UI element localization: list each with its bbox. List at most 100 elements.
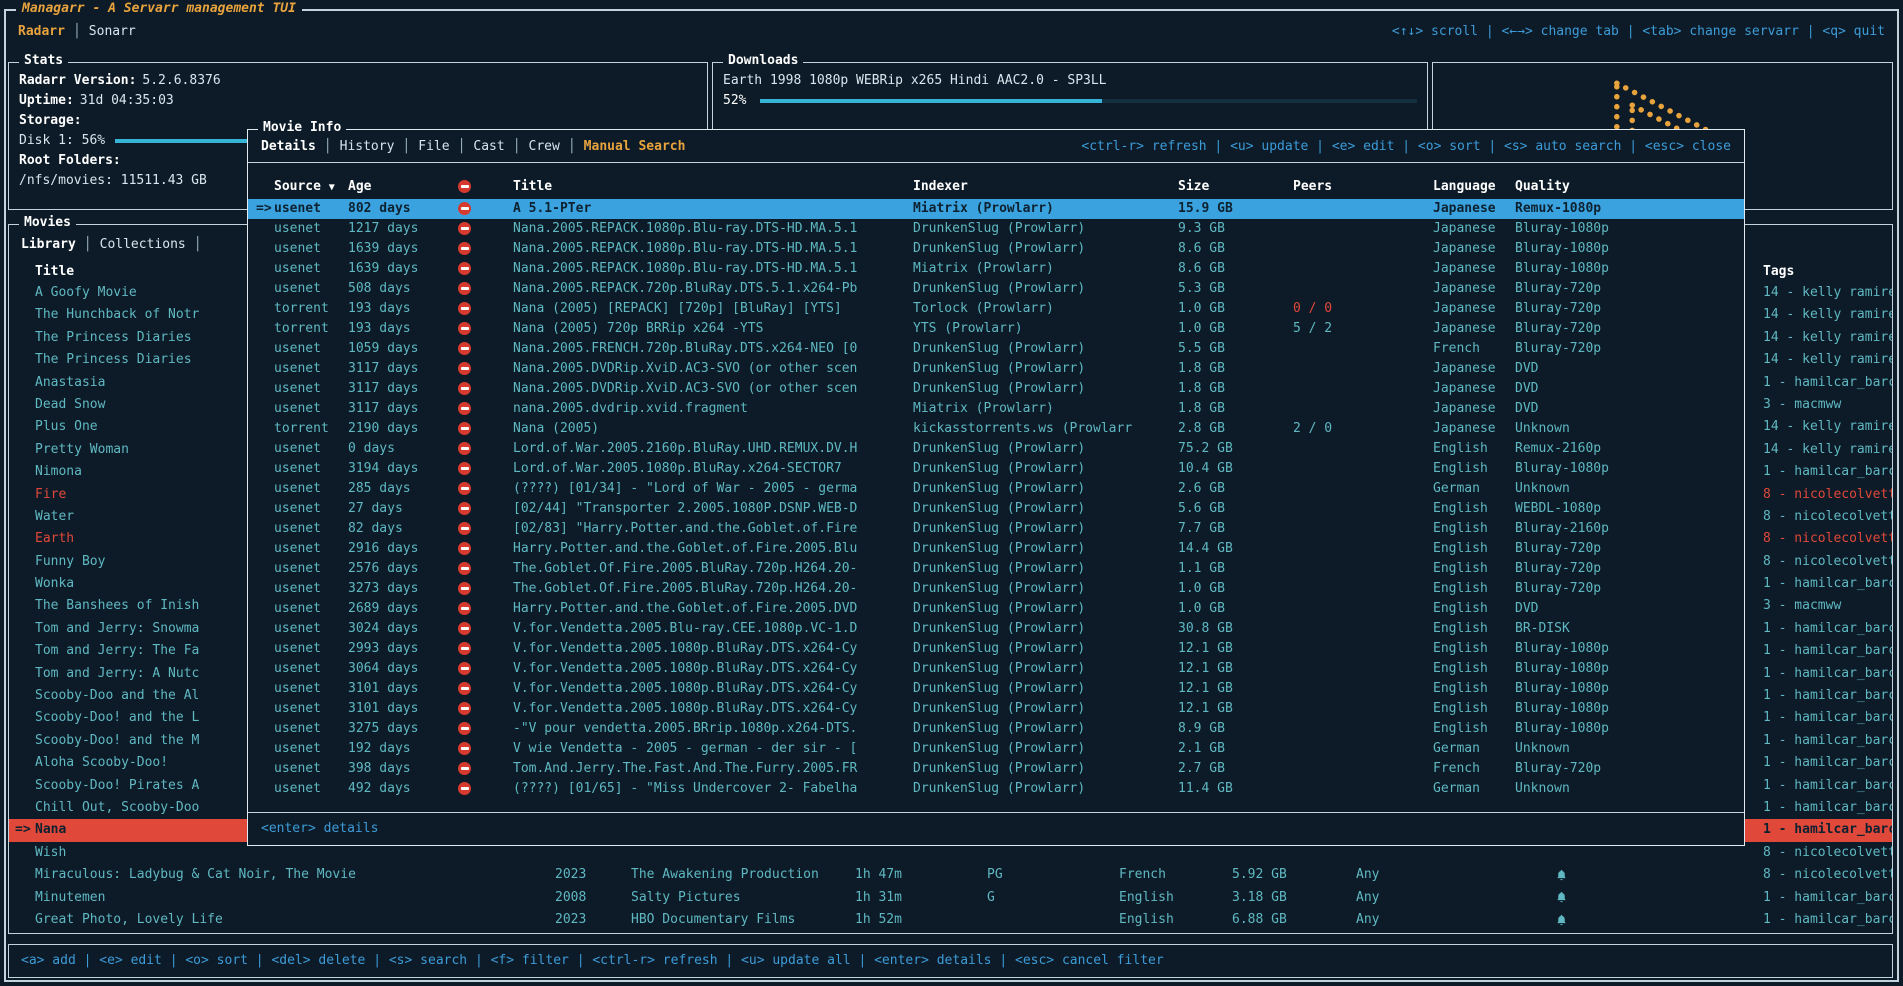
- release-source: usenet: [274, 499, 348, 519]
- modal-title: Movie Info: [258, 120, 346, 135]
- search-result-row[interactable]: usenet 2689 days Harry.Potter.and.the.Go…: [248, 599, 1744, 619]
- release-indexer: DrunkenSlug (Prowlarr): [913, 479, 1178, 499]
- download-progress-gauge: [760, 99, 1417, 103]
- movie-tag: 3 - macmww: [1763, 595, 1892, 617]
- movie-tag: 1 - hamilcar_barca: [1763, 707, 1892, 729]
- search-result-row[interactable]: usenet 3101 days V.for.Vendetta.2005.108…: [248, 699, 1744, 719]
- release-language: English: [1433, 599, 1515, 619]
- release-quality: Bluray-2160p: [1515, 519, 1744, 539]
- release-quality: DVD: [1515, 359, 1744, 379]
- release-age: 285 days: [348, 479, 458, 499]
- release-source: usenet: [274, 699, 348, 719]
- release-quality: DVD: [1515, 379, 1744, 399]
- release-age: 398 days: [348, 759, 458, 779]
- search-result-row[interactable]: usenet 2916 days Harry.Potter.and.the.Go…: [248, 539, 1744, 559]
- search-result-row[interactable]: usenet 3275 days -"V pour vendetta.2005.…: [248, 719, 1744, 739]
- release-rejection: [458, 279, 513, 299]
- search-result-row[interactable]: usenet 508 days Nana.2005.REPACK.720p.Bl…: [248, 279, 1744, 299]
- release-rejection: [458, 719, 513, 739]
- movie-tag: 1 - hamilcar_barca: [1763, 640, 1892, 662]
- tab-cast[interactable]: Cast: [473, 130, 504, 163]
- tab-manual-search[interactable]: Manual Search: [584, 130, 686, 163]
- release-source: usenet: [274, 359, 348, 379]
- search-result-row[interactable]: usenet 3117 days Nana.2005.DVDRip.XviD.A…: [248, 379, 1744, 399]
- release-source: usenet: [274, 279, 348, 299]
- movie-row[interactable]: Great Photo, Lovely Life 2023 HBO Docume…: [9, 909, 1892, 931]
- download-percent-label: 52%: [723, 91, 746, 111]
- search-result-row[interactable]: usenet 285 days (????) [01/34] - "Lord o…: [248, 479, 1744, 499]
- search-result-row[interactable]: usenet 3101 days V.for.Vendetta.2005.108…: [248, 679, 1744, 699]
- release-peers: 5 / 2: [1293, 319, 1433, 339]
- search-result-row[interactable]: torrent 193 days Nana (2005) 720p BRRip …: [248, 319, 1744, 339]
- release-age: 3101 days: [348, 679, 458, 699]
- search-result-row[interactable]: usenet 3024 days V.for.Vendetta.2005.Blu…: [248, 619, 1744, 639]
- tab-history[interactable]: History: [340, 130, 395, 163]
- release-age: 2576 days: [348, 559, 458, 579]
- release-size: 8.9 GB: [1178, 719, 1293, 739]
- release-rejection: [458, 419, 513, 439]
- search-result-row[interactable]: usenet 2576 days The.Goblet.Of.Fire.2005…: [248, 559, 1744, 579]
- search-result-row[interactable]: usenet 192 days V wie Vendetta - 2005 - …: [248, 739, 1744, 759]
- bottom-keybind-bar: <a> add | <e> edit | <o> sort | <del> de…: [8, 944, 1893, 978]
- tab-radarr[interactable]: Radarr: [18, 24, 65, 39]
- search-result-row[interactable]: usenet 3064 days V.for.Vendetta.2005.108…: [248, 659, 1744, 679]
- search-result-row[interactable]: usenet 1639 days Nana.2005.REPACK.1080p.…: [248, 259, 1744, 279]
- search-result-row[interactable]: usenet 1059 days Nana.2005.FRENCH.720p.B…: [248, 339, 1744, 359]
- search-result-row[interactable]: torrent 193 days Nana (2005) [REPACK] [7…: [248, 299, 1744, 319]
- release-rejection: [458, 299, 513, 319]
- tab-library[interactable]: Library: [21, 237, 76, 252]
- search-result-row[interactable]: usenet 27 days [02/44] "Transporter 2.20…: [248, 499, 1744, 519]
- release-quality: Bluray-720p: [1515, 559, 1744, 579]
- release-indexer: Miatrix (Prowlarr): [913, 199, 1178, 219]
- search-result-row[interactable]: usenet 82 days [02/83] "Harry.Potter.and…: [248, 519, 1744, 539]
- release-age: 1217 days: [348, 219, 458, 239]
- search-result-row[interactable]: => usenet 802 days A 5.1-PTer Miatrix (P…: [248, 199, 1744, 219]
- movie-row[interactable]: Miraculous: Ladybug & Cat Noir, The Movi…: [9, 864, 1892, 886]
- release-size: 1.8 GB: [1178, 379, 1293, 399]
- movie-runtime: 1h 52m: [855, 909, 987, 931]
- movie-size: 6.88 GB: [1232, 909, 1356, 931]
- tab-file[interactable]: File: [418, 130, 449, 163]
- search-result-row[interactable]: torrent 2190 days Nana (2005) kickasstor…: [248, 419, 1744, 439]
- release-rejection: [458, 619, 513, 639]
- search-result-row[interactable]: usenet 3117 days Nana.2005.DVDRip.XviD.A…: [248, 359, 1744, 379]
- search-result-row[interactable]: usenet 398 days Tom.And.Jerry.The.Fast.A…: [248, 759, 1744, 779]
- release-size: 12.1 GB: [1178, 639, 1293, 659]
- movie-title: Great Photo, Lovely Life: [35, 909, 555, 931]
- movie-tag: 14 - kelly ramirez: [1763, 304, 1892, 326]
- movie-tag: 1 - hamilcar_barca: [1763, 730, 1892, 752]
- search-result-row[interactable]: usenet 0 days Lord.of.War.2005.2160p.Blu…: [248, 439, 1744, 459]
- release-rejection: [458, 219, 513, 239]
- sort-desc-icon[interactable]: ▼: [329, 182, 335, 193]
- search-result-row[interactable]: usenet 3194 days Lord.of.War.2005.1080p.…: [248, 459, 1744, 479]
- movie-rating: PG: [987, 864, 1119, 886]
- release-language: Japanese: [1433, 279, 1515, 299]
- release-quality: Bluray-1080p: [1515, 659, 1744, 679]
- download-progress-fill: [760, 99, 1101, 103]
- search-result-row[interactable]: usenet 1639 days Nana.2005.REPACK.1080p.…: [248, 239, 1744, 259]
- search-result-row[interactable]: usenet 492 days (????) [01/65] - "Miss U…: [248, 779, 1744, 799]
- movie-size: 5.92 GB: [1232, 864, 1356, 886]
- release-size: 11.4 GB: [1178, 779, 1293, 799]
- release-age: 82 days: [348, 519, 458, 539]
- release-language: English: [1433, 519, 1515, 539]
- release-indexer: DrunkenSlug (Prowlarr): [913, 519, 1178, 539]
- search-result-row[interactable]: usenet 3117 days nana.2005.dvdrip.xvid.f…: [248, 399, 1744, 419]
- release-rejection: [458, 259, 513, 279]
- tab-collections[interactable]: Collections: [100, 237, 186, 252]
- release-age: 1639 days: [348, 239, 458, 259]
- movie-row[interactable]: Minutemen 2008 Salty Pictures 1h 31m G E…: [9, 887, 1892, 909]
- search-result-row[interactable]: usenet 3273 days The.Goblet.Of.Fire.2005…: [248, 579, 1744, 599]
- release-size: 75.2 GB: [1178, 439, 1293, 459]
- release-age: 1059 days: [348, 339, 458, 359]
- uptime-label: Uptime:: [19, 91, 74, 111]
- tab-crew[interactable]: Crew: [529, 130, 560, 163]
- tab-sonarr[interactable]: Sonarr: [89, 24, 136, 39]
- release-title: Lord.of.War.2005.1080p.BluRay.x264-SECTO…: [513, 459, 913, 479]
- release-age: 0 days: [348, 439, 458, 459]
- search-result-row[interactable]: usenet 1217 days Nana.2005.REPACK.1080p.…: [248, 219, 1744, 239]
- movie-size: 3.18 GB: [1232, 887, 1356, 909]
- release-source: usenet: [274, 619, 348, 639]
- search-result-row[interactable]: usenet 2993 days V.for.Vendetta.2005.108…: [248, 639, 1744, 659]
- app-title: Managarr - A Servarr management TUI: [16, 1, 302, 16]
